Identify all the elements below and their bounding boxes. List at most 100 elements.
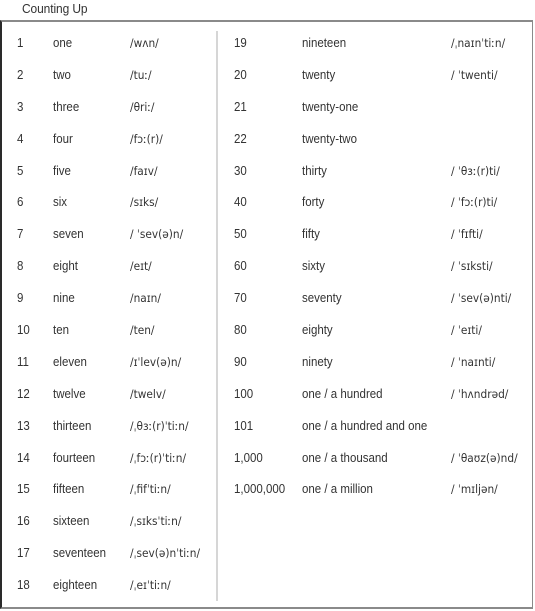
row-number: 7 xyxy=(17,227,24,242)
row-pronunciation: /ˌeɪˈtiːn/ xyxy=(130,578,171,593)
row-word: seventy xyxy=(302,291,342,306)
row-pronunciation: /tuː/ xyxy=(130,67,152,82)
row-word: eighteen xyxy=(53,578,98,593)
row-word: twenty-two xyxy=(302,131,357,146)
row-pronunciation: /θriː/ xyxy=(130,99,155,114)
row-word: one / a thousand xyxy=(302,450,388,465)
row-word: four xyxy=(53,131,73,146)
row-word: nine xyxy=(53,291,75,306)
table-row: 11 eleven/ɪˈlev(ə)n/ xyxy=(0,346,216,378)
row-number: 22 xyxy=(234,131,247,146)
row-pronunciation: / ˈhʌndrəd/ xyxy=(451,386,509,401)
row-pronunciation: /naɪn/ xyxy=(130,291,161,306)
row-word: five xyxy=(53,163,71,178)
row-pronunciation: / ˈfɔː(r)ti/ xyxy=(451,195,498,210)
row-number: 30 xyxy=(234,163,247,178)
row-word: eighty xyxy=(302,322,333,337)
table-row: 1,000,000 one / a million / ˈmɪljən/ xyxy=(218,473,535,505)
row-number: 50 xyxy=(234,227,247,242)
table-row: 21 twenty-one xyxy=(218,91,535,123)
row-number: 40 xyxy=(234,195,247,210)
row-word: fifty xyxy=(302,227,320,242)
table-row: 10 ten/ten/ xyxy=(0,314,216,346)
row-word: eleven xyxy=(53,354,87,369)
row-pronunciation: / ˈθaʊz(ə)nd/ xyxy=(451,450,518,465)
row-pronunciation: /ten/ xyxy=(130,322,155,337)
row-pronunciation: /twelv/ xyxy=(130,386,166,401)
table-title: Counting Up xyxy=(22,1,88,16)
row-number: 17 xyxy=(17,546,30,561)
table-row: 70 seventy / ˈsev(ə)nti/ xyxy=(218,282,535,314)
table-row: 101 one / a hundred and one xyxy=(218,410,535,442)
table-row: 12 twelve/twelv/ xyxy=(0,378,216,410)
table-row: 20 twenty / ˈtwenti/ xyxy=(218,59,535,91)
row-pronunciation: / ˈeɪti/ xyxy=(451,322,482,337)
row-number: 1,000,000 xyxy=(234,482,286,497)
table-row: 1,000 one / a thousand / ˈθaʊz(ə)nd/ xyxy=(218,442,535,474)
row-number: 100 xyxy=(234,386,254,401)
row-number: 3 xyxy=(17,99,24,114)
row-word: thirty xyxy=(302,163,327,178)
row-number: 2 xyxy=(17,67,24,82)
row-word: fourteen xyxy=(53,450,96,465)
row-number: 4 xyxy=(17,131,24,146)
row-pronunciation: /sɪks/ xyxy=(130,195,159,210)
row-pronunciation: /ˌfifˈtiːn/ xyxy=(130,482,171,497)
row-word: one / a hundred xyxy=(302,386,383,401)
table-row: 15 fifteen/ˌfifˈtiːn/ xyxy=(0,473,216,505)
row-number: 21 xyxy=(234,99,247,114)
table-row: 22 twenty-two xyxy=(218,123,535,155)
row-number: 18 xyxy=(17,578,30,593)
row-word: twenty-one xyxy=(302,99,359,114)
row-number: 20 xyxy=(234,67,247,82)
row-number: 12 xyxy=(17,386,30,401)
row-number: 9 xyxy=(17,291,24,306)
row-number: 6 xyxy=(17,195,24,210)
row-word: three xyxy=(53,99,80,114)
row-word: seventeen xyxy=(53,546,107,561)
row-word: sixty xyxy=(302,259,325,274)
row-word: forty xyxy=(302,195,325,210)
row-word: thirteen xyxy=(53,418,92,433)
row-number: 5 xyxy=(17,163,24,178)
row-word: seven xyxy=(53,227,84,242)
table-row: 1 one/wʌn/ xyxy=(0,27,216,59)
table-row: 3 three/θriː/ xyxy=(0,91,216,123)
row-number: 80 xyxy=(234,322,247,337)
row-word: one / a million xyxy=(302,482,373,497)
table-row: 5 five/faɪv/ xyxy=(0,155,216,187)
row-pronunciation: /wʌn/ xyxy=(130,35,159,50)
row-word: eight xyxy=(53,259,78,274)
row-number: 14 xyxy=(17,450,30,465)
table-row: 2 two/tuː/ xyxy=(0,59,216,91)
row-pronunciation: /faɪv/ xyxy=(130,163,158,178)
table-row: 13 thirteen/ˌθɜː(r)ˈtiːn/ xyxy=(0,410,216,442)
table-row: 7 seven / ˈsev(ə)n/ xyxy=(0,218,216,250)
row-number: 101 xyxy=(234,418,254,433)
row-word: sixteen xyxy=(53,514,90,529)
row-number: 16 xyxy=(17,514,30,529)
row-number: 13 xyxy=(17,418,30,433)
row-pronunciation: / ˈfɪfti/ xyxy=(451,227,483,242)
table-row: 30 thirty / ˈθɜː(r)ti/ xyxy=(218,155,535,187)
row-word: one xyxy=(53,35,73,50)
row-pronunciation: / ˈsev(ə)n/ xyxy=(130,227,184,242)
row-pronunciation: / ˈθɜː(r)ti/ xyxy=(451,163,500,178)
table-row: 8 eight/eɪt/ xyxy=(0,250,216,282)
row-word: nineteen xyxy=(302,35,347,50)
row-word: twenty xyxy=(302,67,336,82)
table-row: 50 fifty / ˈfɪfti/ xyxy=(218,218,535,250)
row-word: ninety xyxy=(302,354,333,369)
table-row: 4 four/fɔː(r)/ xyxy=(0,123,216,155)
table-row: 80 eighty / ˈeɪti/ xyxy=(218,314,535,346)
row-word: six xyxy=(53,195,68,210)
table-row: 6 six/sɪks/ xyxy=(0,186,216,218)
table-row: 17 seventeen/ˌsev(ə)nˈtiːn/ xyxy=(0,537,216,569)
table-row: 40 forty / ˈfɔː(r)ti/ xyxy=(218,186,535,218)
row-pronunciation: /ˌsɪksˈtiːn/ xyxy=(130,514,182,529)
table-row: 16 sixteen/ˌsɪksˈtiːn/ xyxy=(0,505,216,537)
row-pronunciation: / ˈmɪljən/ xyxy=(451,482,498,497)
row-pronunciation: /fɔː(r)/ xyxy=(130,131,163,146)
table-row: 100 one / a hundred / ˈhʌndrəd/ xyxy=(218,378,535,410)
row-number: 10 xyxy=(17,322,30,337)
